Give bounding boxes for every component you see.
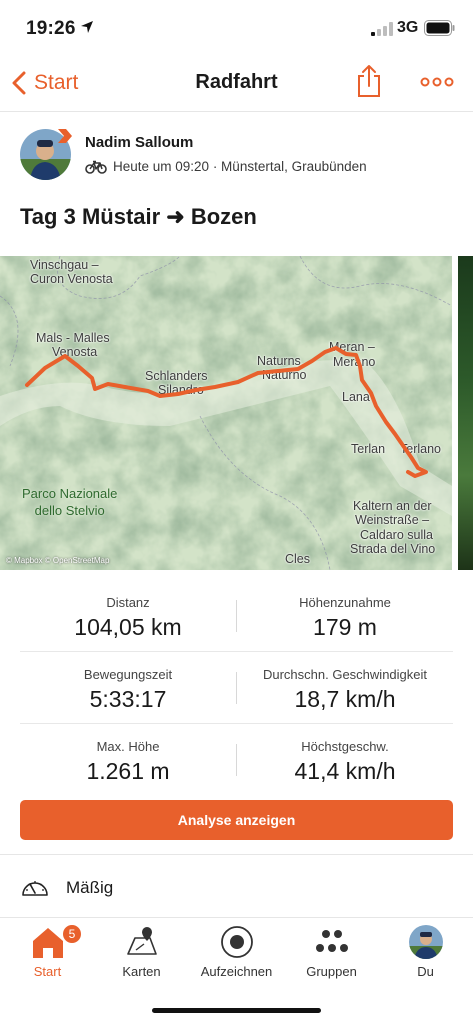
tab-gruppen[interactable]: Gruppen [284, 920, 379, 990]
route-line [25, 346, 428, 478]
status-bar: 19:26 3G [0, 0, 473, 56]
status-time: 19:26 [26, 18, 76, 39]
stats-row: Distanz 104,05 km Höhenzunahme 179 m [20, 580, 453, 652]
tab-label: Gruppen [306, 964, 357, 979]
signal-icon [371, 22, 393, 36]
nav-bar: Start Radfahrt [0, 56, 473, 112]
tab-aufzeichnen[interactable]: Aufzeichnen [189, 920, 284, 990]
profile-avatar [409, 925, 443, 959]
stat-avg-speed: Durchschn. Geschwindigkeit 18,7 km/h [237, 652, 453, 724]
tab-label: Karten [122, 964, 161, 979]
athlete-name[interactable]: Nadim Salloum [85, 134, 193, 151]
stat-label: Distanz [106, 595, 150, 610]
share-icon[interactable] [356, 64, 382, 98]
stats-grid: Distanz 104,05 km Höhenzunahme 179 m Bew… [20, 580, 453, 796]
stat-value: 41,4 km/h [294, 758, 396, 784]
stats-row: Bewegungszeit 5:33:17 Durchschn. Geschwi… [20, 652, 453, 724]
record-icon [221, 926, 253, 958]
page-title: Radfahrt [195, 71, 278, 93]
location-arrow-icon [81, 21, 93, 33]
map-icon [127, 927, 157, 955]
activity-meta: Heute um 09:20 · Münstertal, Graubünden [85, 159, 367, 174]
map-attribution[interactable]: © Mapbox © OpenStreetMap [6, 556, 109, 565]
groups-icon [316, 930, 348, 952]
stats-row: Max. Höhe 1.261 m Höchstgeschw. 41,4 km/… [20, 724, 453, 796]
stat-label: Bewegungszeit [83, 667, 173, 682]
stat-label: Höchstgeschw. [301, 739, 389, 754]
map-park-label-1: Parco Nazionale [22, 486, 118, 501]
stat-moving-time: Bewegungszeit 5:33:17 [20, 652, 236, 724]
tab-label: Aufzeichnen [200, 964, 273, 979]
stat-label: Durchschn. Geschwindigkeit [262, 667, 428, 682]
battery-icon [424, 20, 455, 36]
tab-label: Start [33, 964, 62, 979]
stat-label: Max. Höhe [96, 739, 160, 754]
activity-title: Tag 3 Müstair ➜ Bozen [20, 204, 257, 229]
strava-chevron-icon [58, 129, 72, 143]
tab-du[interactable]: Du [378, 920, 473, 990]
stat-value: 1.261 m [86, 758, 170, 784]
stat-distance: Distanz 104,05 km [20, 580, 236, 652]
stat-value: 179 m [313, 614, 377, 640]
home-indicator [152, 1008, 321, 1013]
stat-max-elevation: Max. Höhe 1.261 m [20, 724, 236, 796]
stat-value: 5:33:17 [89, 686, 167, 712]
route-map[interactable]: Vinschgau – Curon Venosta Mals - Malles … [0, 256, 452, 570]
tab-label: Du [417, 964, 434, 979]
gauge-icon [22, 881, 48, 896]
effort-label: Mäßig [66, 878, 114, 897]
analyse-button[interactable]: Analyse anzeigen [20, 800, 453, 840]
home-icon [33, 928, 63, 958]
map-park-label-2: dello Stelvio [34, 503, 105, 518]
bike-icon [85, 160, 107, 174]
stat-label: Höhenzunahme [299, 595, 391, 610]
stat-elevation-gain: Höhenzunahme 179 m [237, 580, 453, 652]
notification-badge: 5 [61, 923, 83, 945]
athlete-header[interactable]: Nadim Salloum Heute um 09:20 · Münsterta… [0, 112, 473, 198]
more-options-icon[interactable] [420, 70, 454, 94]
tab-karten[interactable]: Karten [94, 920, 189, 990]
network-type: 3G [397, 19, 419, 36]
stat-max-speed: Höchstgeschw. 41,4 km/h [237, 724, 453, 796]
tab-start[interactable]: 5 Start [0, 920, 95, 990]
stat-value: 104,05 km [74, 614, 182, 640]
stat-value: 18,7 km/h [294, 686, 396, 712]
perceived-effort-row[interactable]: Mäßig [0, 854, 473, 918]
photo-thumbnail[interactable] [458, 256, 473, 570]
map-park-label: Parco Nazionale dello Stelvio [22, 485, 117, 519]
activity-meta-text: Heute um 09:20 · Münstertal, Graubünden [113, 159, 367, 174]
